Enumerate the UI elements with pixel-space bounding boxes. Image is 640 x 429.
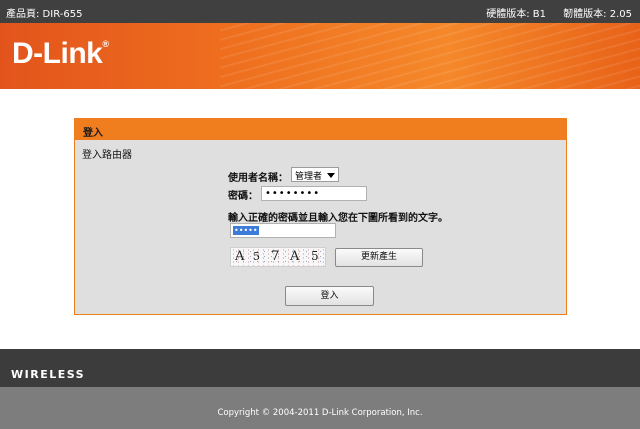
captcha-input[interactable]: •••••: [230, 223, 336, 238]
captcha-prompt: 輸入正確的密碼並且輸入您在下圖所看到的文字。: [228, 213, 448, 224]
top-info-bar: 產品頁: DIR-655 硬體版本: B1 韌體版本: 2.05: [0, 0, 640, 23]
captcha-char: 7: [271, 249, 280, 264]
brand-banner: D-Link®: [0, 23, 640, 89]
password-label: 密碼：: [228, 191, 258, 202]
password-field[interactable]: ••••••••: [261, 186, 367, 201]
login-button[interactable]: 登入: [285, 286, 374, 306]
username-select[interactable]: 管理者: [291, 167, 339, 182]
username-label: 使用者名稱：: [228, 173, 288, 184]
product-page-label: 產品頁: DIR-655: [6, 9, 83, 20]
version-info: 硬體版本: B1 韌體版本: 2.05: [472, 5, 632, 20]
banner-stripes: [220, 23, 640, 89]
dlink-logo: D-Link®: [12, 37, 109, 70]
firmware-version: 韌體版本: 2.05: [563, 9, 632, 20]
regenerate-captcha-button[interactable]: 更新產生: [335, 248, 423, 267]
wireless-label: WIRELESS: [11, 368, 86, 381]
captcha-char: A: [235, 249, 245, 264]
captcha-char: 5: [311, 249, 319, 263]
login-panel-subtitle: 登入路由器: [82, 150, 132, 161]
hardware-version: 硬體版本: B1: [486, 9, 546, 20]
wireless-bar: WIRELESS: [0, 349, 640, 387]
captcha-image: A 5 7 A 5: [230, 247, 326, 267]
captcha-char: 5: [253, 250, 260, 263]
login-panel-header: 登入: [75, 119, 566, 140]
login-panel: 登入 登入路由器 使用者名稱： 管理者 密碼： •••••••• 輸入正確的密碼…: [74, 118, 567, 315]
chevron-down-icon: [327, 173, 335, 178]
captcha-input-value: •••••: [233, 226, 259, 235]
copyright-text: Copyright © 2004-2011 D-Link Corporation…: [217, 408, 423, 418]
captcha-char: A: [290, 249, 300, 264]
username-selected-value: 管理者: [295, 172, 323, 182]
footer: Copyright © 2004-2011 D-Link Corporation…: [0, 387, 640, 429]
